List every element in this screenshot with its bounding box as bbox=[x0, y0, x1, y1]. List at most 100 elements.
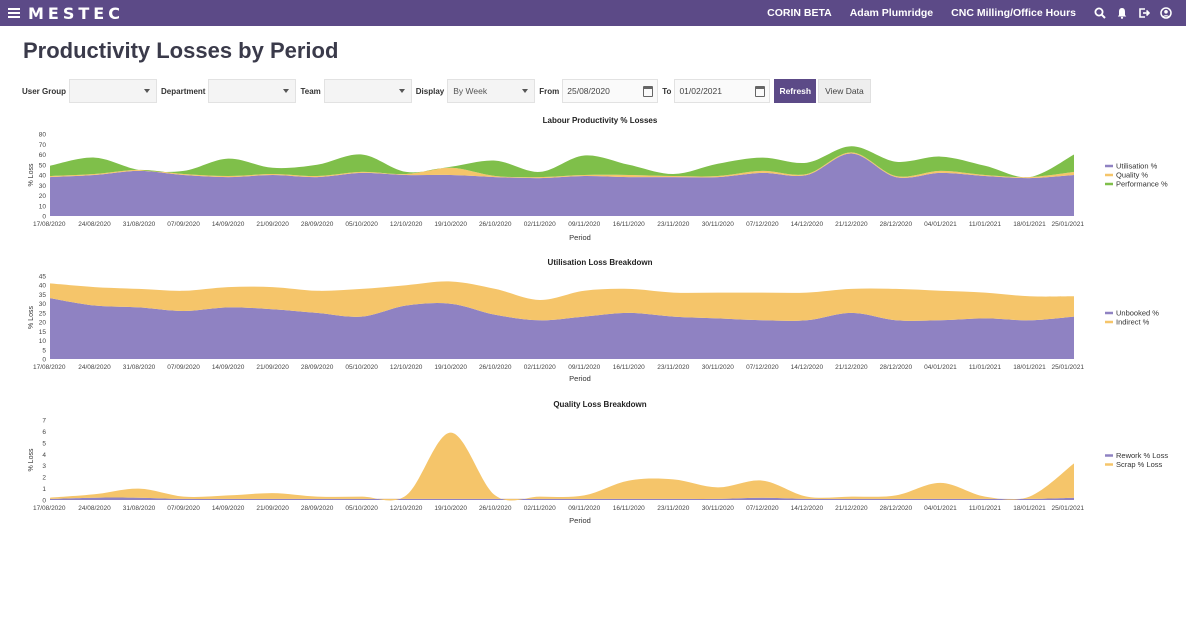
data-point[interactable] bbox=[850, 288, 852, 290]
user-group-select[interactable] bbox=[69, 79, 158, 103]
legend-label[interactable]: Rework % Loss bbox=[1116, 451, 1168, 460]
data-point[interactable] bbox=[717, 291, 719, 293]
data-point[interactable] bbox=[850, 145, 852, 147]
data-point[interactable] bbox=[271, 492, 273, 494]
data-point[interactable] bbox=[539, 495, 541, 497]
search-icon[interactable] bbox=[1094, 7, 1106, 19]
area-series-1[interactable] bbox=[50, 432, 1074, 501]
data-point[interactable] bbox=[1028, 176, 1030, 178]
data-point[interactable] bbox=[717, 163, 719, 165]
data-point[interactable] bbox=[850, 495, 852, 497]
data-point[interactable] bbox=[405, 284, 407, 286]
data-point[interactable] bbox=[583, 290, 585, 292]
view-data-button[interactable]: View Data bbox=[818, 79, 871, 103]
legend-label[interactable]: Quality % bbox=[1116, 171, 1148, 180]
data-point[interactable] bbox=[316, 290, 318, 292]
data-point[interactable] bbox=[449, 280, 451, 282]
data-point[interactable] bbox=[405, 494, 407, 496]
data-point[interactable] bbox=[227, 286, 229, 288]
data-point[interactable] bbox=[271, 286, 273, 288]
from-date-input[interactable]: 25/08/2020 bbox=[562, 79, 659, 103]
data-point[interactable] bbox=[539, 171, 541, 173]
calendar-icon[interactable] bbox=[643, 86, 654, 97]
legend-label[interactable]: Indirect % bbox=[1116, 318, 1150, 327]
data-point[interactable] bbox=[895, 160, 897, 162]
data-point[interactable] bbox=[583, 154, 585, 156]
data-point[interactable] bbox=[49, 497, 51, 499]
bell-icon[interactable] bbox=[1116, 7, 1128, 19]
data-point[interactable] bbox=[138, 487, 140, 489]
user-name[interactable]: Adam Plumridge bbox=[850, 7, 933, 19]
data-point[interactable] bbox=[494, 288, 496, 290]
data-point[interactable] bbox=[93, 156, 95, 158]
data-point[interactable] bbox=[939, 155, 941, 157]
data-point[interactable] bbox=[806, 495, 808, 497]
data-point[interactable] bbox=[628, 479, 630, 481]
legend-label[interactable]: Scrap % Loss bbox=[1116, 460, 1163, 469]
data-point[interactable] bbox=[583, 494, 585, 496]
data-point[interactable] bbox=[271, 167, 273, 169]
data-point[interactable] bbox=[672, 173, 674, 175]
site-name[interactable]: CORIN BETA bbox=[767, 7, 832, 19]
data-point[interactable] bbox=[494, 494, 496, 496]
data-point[interactable] bbox=[984, 165, 986, 167]
data-point[interactable] bbox=[984, 495, 986, 497]
to-date-input[interactable]: 01/02/2021 bbox=[674, 79, 771, 103]
data-point[interactable] bbox=[895, 288, 897, 290]
data-point[interactable] bbox=[672, 478, 674, 480]
data-point[interactable] bbox=[316, 495, 318, 497]
data-point[interactable] bbox=[405, 171, 407, 173]
data-point[interactable] bbox=[360, 288, 362, 290]
data-point[interactable] bbox=[939, 482, 941, 484]
display-select[interactable]: By Week bbox=[447, 79, 536, 103]
data-point[interactable] bbox=[672, 291, 674, 293]
data-point[interactable] bbox=[49, 165, 51, 167]
calendar-icon[interactable] bbox=[755, 86, 766, 97]
data-point[interactable] bbox=[138, 169, 140, 171]
context-name[interactable]: CNC Milling/Office Hours bbox=[951, 7, 1076, 19]
data-point[interactable] bbox=[895, 494, 897, 496]
data-point[interactable] bbox=[360, 495, 362, 497]
department-select[interactable] bbox=[208, 79, 297, 103]
data-point[interactable] bbox=[449, 166, 451, 168]
data-point[interactable] bbox=[316, 164, 318, 166]
data-point[interactable] bbox=[449, 431, 451, 433]
legend-label[interactable]: Performance % bbox=[1116, 180, 1168, 189]
data-point[interactable] bbox=[717, 486, 719, 488]
logout-icon[interactable] bbox=[1138, 7, 1150, 19]
legend-label[interactable]: Utilisation % bbox=[1116, 162, 1158, 171]
data-point[interactable] bbox=[227, 157, 229, 159]
data-point[interactable] bbox=[628, 164, 630, 166]
data-point[interactable] bbox=[494, 159, 496, 161]
refresh-button[interactable]: Refresh bbox=[774, 79, 817, 103]
team-select[interactable] bbox=[323, 79, 412, 103]
data-point[interactable] bbox=[182, 290, 184, 292]
data-point[interactable] bbox=[539, 299, 541, 301]
data-point[interactable] bbox=[93, 493, 95, 495]
data-point[interactable] bbox=[1073, 462, 1075, 464]
data-point[interactable] bbox=[138, 288, 140, 290]
user-profile-icon[interactable] bbox=[1160, 7, 1172, 19]
data-point[interactable] bbox=[49, 282, 51, 284]
data-point[interactable] bbox=[939, 290, 941, 292]
data-point[interactable] bbox=[93, 286, 95, 288]
data-point[interactable] bbox=[806, 291, 808, 293]
data-point[interactable] bbox=[360, 153, 362, 155]
data-point[interactable] bbox=[761, 156, 763, 158]
app-logo[interactable]: MESTEC bbox=[28, 4, 124, 23]
legend-label[interactable]: Unbooked % bbox=[1116, 309, 1159, 318]
data-point[interactable] bbox=[227, 494, 229, 496]
data-point[interactable] bbox=[182, 495, 184, 497]
data-point[interactable] bbox=[984, 291, 986, 293]
data-point[interactable] bbox=[1073, 153, 1075, 155]
data-point[interactable] bbox=[1028, 495, 1030, 497]
data-point[interactable] bbox=[761, 479, 763, 481]
data-point[interactable] bbox=[1028, 295, 1030, 297]
data-point[interactable] bbox=[806, 162, 808, 164]
data-point[interactable] bbox=[1073, 295, 1075, 297]
area-series-2[interactable] bbox=[50, 146, 1074, 178]
menu-icon[interactable] bbox=[8, 8, 20, 18]
data-point[interactable] bbox=[628, 288, 630, 290]
data-point[interactable] bbox=[182, 170, 184, 172]
data-point[interactable] bbox=[761, 291, 763, 293]
